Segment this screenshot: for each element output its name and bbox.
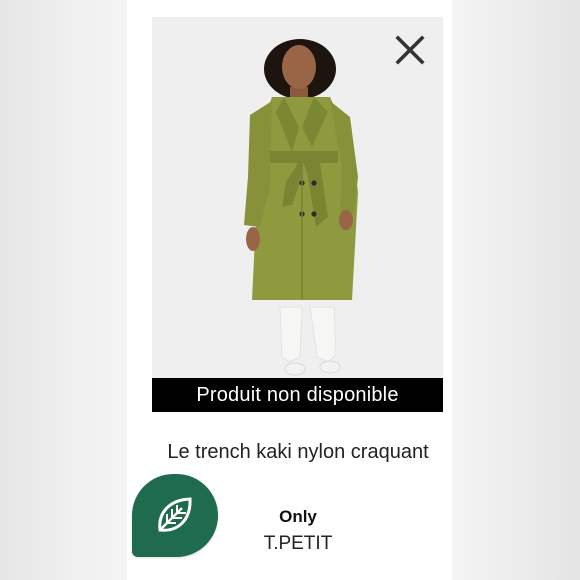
leaf-icon (158, 497, 192, 532)
left-backdrop (0, 0, 127, 580)
product-photo[interactable]: Produit non disponible (152, 17, 443, 412)
availability-banner: Produit non disponible (152, 378, 443, 412)
product-title[interactable]: Le trench kaki nylon craquant (157, 438, 439, 466)
close-button[interactable] (395, 35, 425, 65)
model-in-trench-coat-image (244, 39, 358, 376)
right-backdrop (452, 0, 580, 580)
close-icon (395, 35, 425, 65)
eco-badge[interactable] (132, 474, 218, 557)
